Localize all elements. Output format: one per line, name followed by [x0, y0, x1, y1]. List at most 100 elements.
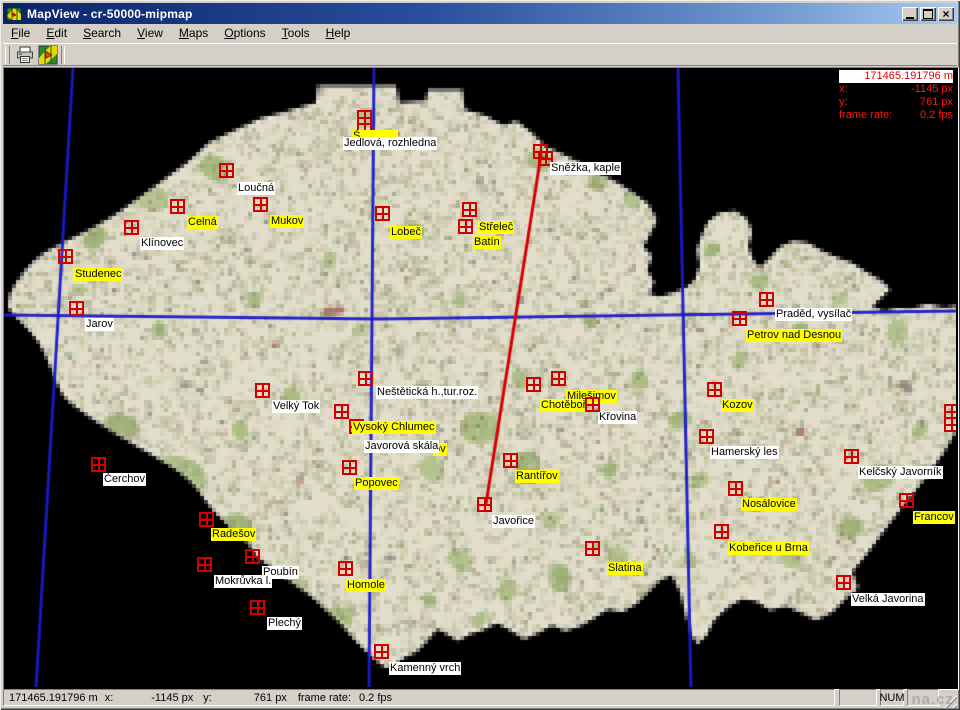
hud-x-label: x: [839, 83, 848, 96]
minimize-button[interactable] [902, 7, 918, 21]
map-label: Velká Javorina [851, 593, 925, 606]
map-marker[interactable] [255, 383, 270, 398]
map-marker[interactable] [526, 377, 541, 392]
window-title: MapView - cr-50000-mipmap [22, 7, 193, 21]
map-marker[interactable] [551, 371, 566, 386]
map-marker[interactable] [707, 382, 722, 397]
watermark: na.cz [911, 691, 954, 708]
close-button[interactable]: × [938, 7, 954, 21]
map-label: Chotěboř [540, 399, 587, 412]
minimize-icon [906, 17, 914, 19]
map-label: Vysoký Chlumec [352, 421, 436, 434]
hud-fps-label: frame rate: [839, 109, 892, 122]
map-marker[interactable] [585, 541, 600, 556]
map-label: Popovec [354, 477, 399, 490]
map-label: Hamerský les [710, 446, 779, 459]
toolbar-grip[interactable] [5, 46, 10, 64]
printer-icon [15, 45, 35, 65]
map-marker[interactable] [358, 371, 373, 386]
menu-file[interactable]: File [3, 24, 38, 43]
map-label: Radešov [211, 528, 256, 541]
hud-fps-value: 0.2 fps [920, 109, 953, 122]
map-label: Batín [473, 236, 501, 249]
map-marker[interactable] [728, 481, 743, 496]
hud-y-value: 761 px [920, 96, 953, 109]
map-label: Lobeč [390, 226, 422, 239]
map-label: Mokrůvka l. [214, 575, 272, 588]
coordinate-hud: 171465.191796 m x:-1145 px y:761 px fram… [839, 70, 953, 122]
map-label: Sněžka, kaple [550, 162, 621, 175]
map-label: Nosálovice [741, 498, 797, 511]
maps-button[interactable] [36, 44, 59, 65]
map-marker[interactable] [253, 197, 268, 212]
menu-maps[interactable]: Maps [171, 24, 216, 43]
map-marker[interactable] [759, 292, 774, 307]
map-label: Plechý [267, 617, 302, 630]
print-button[interactable] [13, 44, 36, 65]
map-marker[interactable] [899, 493, 914, 508]
map-marker[interactable] [585, 397, 600, 412]
map-label: Praděd, vysílač [775, 308, 852, 321]
hud-distance: 171465.191796 m [864, 70, 953, 83]
num-lock-indicator: NUM [880, 689, 904, 706]
title-bar[interactable]: MapView - cr-50000-mipmap × [3, 3, 957, 24]
map-marker[interactable] [245, 549, 260, 564]
app-window: MapView - cr-50000-mipmap × FileEditSear… [0, 0, 960, 710]
map-label: Střeleč [478, 221, 514, 234]
map-marker[interactable] [199, 512, 214, 527]
map-marker[interactable] [338, 561, 353, 576]
status-fps-label: frame rate: [298, 692, 351, 704]
map-label: Javořice [492, 515, 535, 528]
map-marker[interactable] [69, 301, 84, 316]
map-marker[interactable] [58, 249, 73, 264]
map-marker[interactable] [503, 453, 518, 468]
status-panel-1 [839, 689, 877, 706]
menu-tools[interactable]: Tools [274, 24, 318, 43]
map-label: Jedlová, rozhledna [343, 137, 437, 150]
map-marker[interactable] [714, 524, 729, 539]
map-label: Loučná [237, 182, 275, 195]
map-label: Čerchov [103, 473, 146, 486]
map-label: Francov [913, 511, 955, 524]
menu-help[interactable]: Help [318, 24, 359, 43]
map-label: Velký Tok [272, 400, 320, 413]
map-marker[interactable] [342, 460, 357, 475]
map-marker[interactable] [699, 429, 714, 444]
map-marker[interactable] [334, 404, 349, 419]
map-marker[interactable] [458, 219, 473, 234]
menu-bar: FileEditSearchViewMapsOptionsToolsHelp [3, 24, 957, 43]
status-y-label: y: [203, 692, 212, 704]
map-marker[interactable] [375, 206, 390, 221]
map-label: Jarov [85, 318, 114, 331]
map-marker[interactable] [124, 220, 139, 235]
menu-options[interactable]: Options [216, 24, 273, 43]
map-label: Javorová skála [364, 440, 439, 453]
map-marker[interactable] [462, 202, 477, 217]
maximize-button[interactable] [920, 7, 936, 21]
menu-edit[interactable]: Edit [38, 24, 75, 43]
map-marker[interactable] [91, 457, 106, 472]
map-marker[interactable] [944, 417, 956, 432]
map-marker[interactable] [170, 199, 185, 214]
status-readout: 171465.191796 m x: -1145 px y: 761 px fr… [3, 689, 835, 706]
map-label: Neštětická h.,tur.roz. [376, 386, 478, 399]
map-canvas[interactable] [4, 68, 956, 687]
map-marker[interactable] [477, 497, 492, 512]
hud-x-value: -1145 px [911, 83, 953, 96]
menu-search[interactable]: Search [75, 24, 129, 43]
menu-view[interactable]: View [129, 24, 171, 43]
map-marker[interactable] [374, 644, 389, 659]
status-y-value: 761 px [212, 692, 287, 704]
map-marker[interactable] [219, 163, 234, 178]
map-label: Kobeřice u Brna [728, 542, 809, 555]
map-label: Celná [187, 216, 218, 229]
map-marker[interactable] [844, 449, 859, 464]
map-marker[interactable] [197, 557, 212, 572]
map-marker[interactable] [732, 311, 747, 326]
status-x-label: x: [105, 692, 114, 704]
status-x-value: -1145 px [113, 692, 193, 704]
status-fps-value: 0.2 fps [359, 692, 392, 704]
map-marker[interactable] [250, 600, 265, 615]
map-label: Slatina [607, 562, 643, 575]
map-marker[interactable] [836, 575, 851, 590]
